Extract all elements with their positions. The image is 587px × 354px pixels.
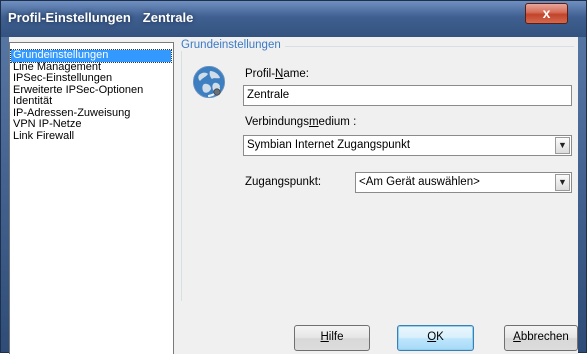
close-button[interactable]: x — [525, 3, 568, 24]
help-button[interactable]: Hilfe — [294, 325, 370, 351]
window-title-app: Profil-Einstellungen — [8, 10, 131, 25]
chevron-down-icon[interactable]: ▼ — [555, 174, 570, 191]
dialog-client-area: Grundeinstellungen Line Management IPSec… — [9, 37, 578, 354]
connection-medium-label-post: edium : — [318, 116, 357, 128]
group-title: Grundeinstellungen — [181, 39, 285, 51]
connection-medium-value: Symbian Internet Zugangspunkt — [247, 139, 411, 151]
profile-name-label-pre: Profil- — [245, 68, 276, 80]
group-divider-vertical — [181, 51, 182, 301]
cancel-button-label: bbrechen — [520, 331, 569, 343]
ok-button-accel: O — [427, 331, 437, 343]
nav-item-link-firewall[interactable]: Link Firewall — [11, 130, 171, 143]
profile-name-field[interactable]: Zentrale — [243, 85, 572, 106]
globe-network-icon — [193, 66, 225, 98]
connection-medium-label-accel: m — [308, 116, 319, 128]
nav-item-ipsec-einstellungen[interactable]: IPSec-Einstellungen — [11, 72, 171, 85]
profile-name-label: Profil-Name: — [245, 68, 309, 80]
cancel-button[interactable]: Abbrechen — [504, 325, 578, 351]
access-point-label: Zugangspunkt: — [245, 176, 322, 188]
dialog-window: Profil-Einstellungen Zentrale x Grundeins… — [0, 0, 587, 354]
nav-item-vpn-ip-netze[interactable]: VPN IP-Netze — [11, 118, 171, 131]
connection-medium-label: Verbindungsmedium : — [245, 116, 356, 128]
title-bar[interactable]: Profil-Einstellungen Zentrale x — [1, 1, 586, 37]
close-icon: x — [542, 5, 551, 21]
profile-name-label-post: ame: — [283, 68, 309, 80]
access-point-value: <Am Gerät auswählen> — [359, 176, 480, 188]
window-title-profile: Zentrale — [142, 10, 194, 25]
cancel-button-accel: A — [513, 331, 521, 343]
nav-item-identitaet[interactable]: Identität — [11, 95, 171, 108]
group-divider — [249, 46, 574, 47]
nav-item-grundeinstellungen[interactable]: Grundeinstellungen — [10, 49, 172, 63]
ok-button-label: K — [436, 331, 444, 343]
connection-medium-label-pre: Verbindungs — [245, 116, 309, 128]
ok-button[interactable]: OK — [397, 325, 474, 351]
help-button-label: ilfe — [328, 331, 344, 343]
chevron-down-icon[interactable]: ▼ — [555, 137, 570, 154]
access-point-select[interactable]: <Am Gerät auswählen> ▼ — [355, 172, 572, 193]
settings-nav-list[interactable]: Grundeinstellungen Line Management IPSec… — [9, 42, 174, 354]
window-title: Profil-Einstellungen Zentrale — [8, 10, 193, 25]
connection-medium-select[interactable]: Symbian Internet Zugangspunkt ▼ — [243, 135, 572, 156]
help-button-accel: H — [320, 331, 329, 343]
